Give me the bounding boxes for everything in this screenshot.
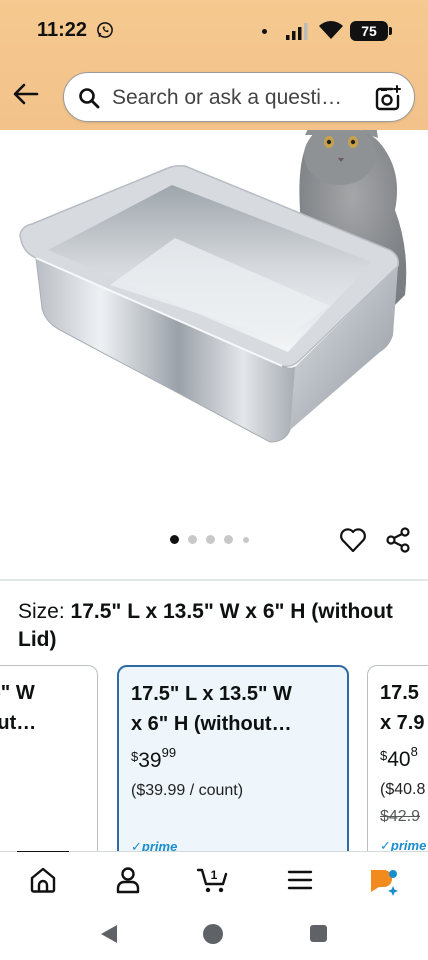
account-icon[interactable] [112, 864, 144, 896]
list-price: $42.9 [380, 808, 421, 825]
back-icon[interactable] [100, 924, 118, 944]
rufus-icon[interactable] [368, 864, 400, 896]
recents-icon[interactable] [310, 925, 327, 942]
share-icon[interactable] [385, 527, 411, 553]
size-selection-label: Size: 17.5" L x 13.5" W x 6" H (without … [18, 598, 418, 654]
bottom-tab-bar: 1 [0, 852, 428, 914]
menu-icon[interactable] [284, 864, 316, 896]
product-page: 11:22 75 Search or ask a questi… Size: 1… [0, 0, 428, 960]
litter-box-illustration [19, 130, 407, 443]
home-icon[interactable] [27, 864, 59, 896]
unit-price: ($40.8 [380, 781, 426, 798]
whatsapp-icon [97, 22, 113, 38]
size-option-title: 17.5" L x 13.5" W x 6" H (without… [131, 683, 292, 735]
notification-dot-icon [262, 29, 267, 34]
size-label: Size: [18, 600, 65, 623]
size-option-card[interactable]: 17.5 x 7.9 $408 ($40.8 $42.9 ✓prime [367, 665, 428, 865]
unit-price: ($39.99 / count) [131, 782, 244, 799]
status-bar: 11:22 75 [0, 0, 428, 58]
size-value: 17.5" L x 13.5" W x 6" H (without Lid) [18, 600, 393, 651]
price: $408 [380, 744, 418, 771]
status-time: 11:22 [37, 19, 88, 41]
system-nav-bar [0, 914, 428, 960]
wifi-icon [319, 21, 343, 39]
header-bar: 11:22 75 Search or ask a questi… [0, 0, 428, 130]
home-button-icon[interactable] [203, 924, 223, 944]
product-image[interactable] [0, 130, 428, 530]
svg-text:1: 1 [211, 868, 218, 882]
carousel-dot[interactable] [188, 535, 197, 544]
search-input[interactable]: Search or ask a questi… [112, 86, 367, 110]
cart-icon[interactable]: 1 [197, 864, 229, 896]
battery-icon: 75 [350, 21, 392, 41]
carousel-dot[interactable] [243, 536, 249, 543]
search-icon [79, 88, 100, 109]
search-bar[interactable]: Search or ask a questi… [63, 72, 415, 122]
section-divider [0, 579, 428, 581]
size-option-title: 3.5" W hout… [0, 682, 37, 734]
back-arrow-icon[interactable] [12, 80, 40, 108]
price: $3999 [131, 745, 177, 772]
camera-lens-icon[interactable] [374, 85, 402, 111]
carousel-dot[interactable] [206, 535, 215, 544]
size-option-card-selected[interactable]: 17.5" L x 13.5" W x 6" H (without… $3999… [117, 665, 349, 865]
heart-icon[interactable] [339, 527, 367, 553]
carousel-dot[interactable] [224, 535, 233, 544]
size-option-title: 17.5 x 7.9 [380, 682, 425, 734]
size-option-card[interactable]: 3.5" W hout… ) [0, 665, 98, 865]
signal-icon [286, 23, 308, 40]
carousel-dot-active[interactable] [170, 535, 179, 544]
